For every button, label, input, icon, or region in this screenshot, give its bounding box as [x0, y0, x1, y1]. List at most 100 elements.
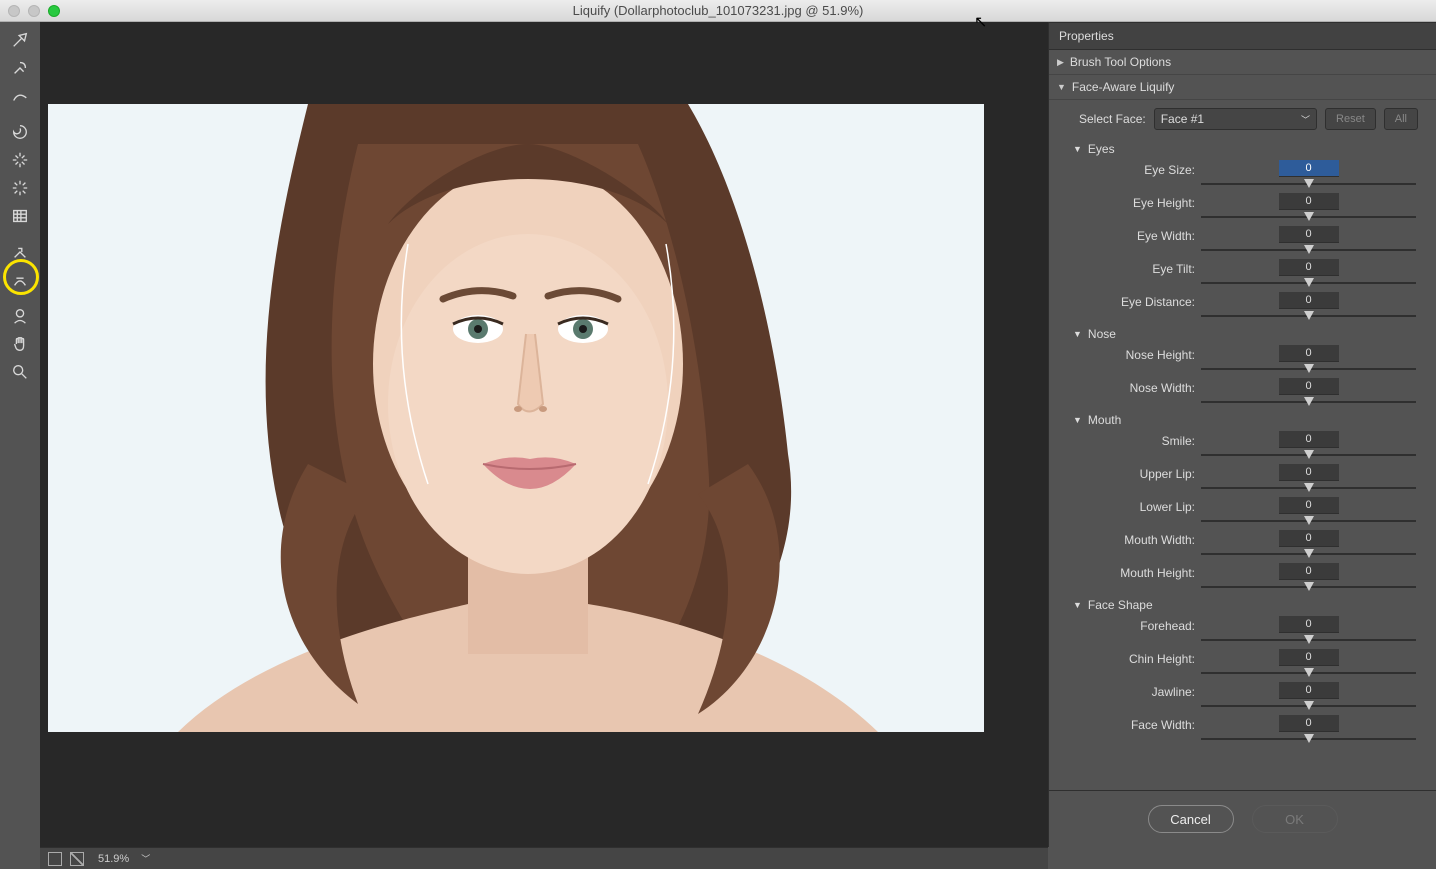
- window-title: Liquify (Dollarphotoclub_101073231.jpg @…: [0, 3, 1436, 18]
- reset-button[interactable]: Reset: [1325, 108, 1376, 130]
- eye-tilt-value[interactable]: [1279, 259, 1339, 276]
- slider-thumb-icon[interactable]: [1304, 582, 1314, 591]
- eye-distance-slider[interactable]: [1201, 311, 1416, 321]
- mouth-width-slider[interactable]: [1201, 549, 1416, 559]
- upper-lip-slider-row: Upper Lip:: [1049, 462, 1436, 495]
- eyes-group-header[interactable]: ▼ Eyes: [1049, 138, 1436, 158]
- freeze-mask-tool[interactable]: [8, 240, 32, 264]
- group-label: Eyes: [1088, 142, 1115, 156]
- ok-button[interactable]: OK: [1252, 805, 1338, 833]
- fit-screen-icon[interactable]: [48, 852, 62, 866]
- slider-thumb-icon[interactable]: [1304, 483, 1314, 492]
- portrait-placeholder: [48, 104, 984, 732]
- nose-width-label: Nose Width:: [1079, 378, 1201, 395]
- face-width-value[interactable]: [1279, 715, 1339, 732]
- slider-thumb-icon[interactable]: [1304, 397, 1314, 406]
- slider-thumb-icon[interactable]: [1304, 668, 1314, 677]
- mouth-group-header[interactable]: ▼ Mouth: [1049, 409, 1436, 429]
- smile-slider[interactable]: [1201, 450, 1416, 460]
- zoom-level[interactable]: 51.9%: [98, 853, 129, 865]
- slider-thumb-icon[interactable]: [1304, 734, 1314, 743]
- slider-thumb-icon[interactable]: [1304, 516, 1314, 525]
- group-label: Face Shape: [1088, 598, 1153, 612]
- chin-height-value[interactable]: [1279, 649, 1339, 666]
- face-width-slider[interactable]: [1201, 734, 1416, 744]
- nose-width-slider[interactable]: [1201, 397, 1416, 407]
- pucker-tool[interactable]: [8, 148, 32, 172]
- slider-thumb-icon[interactable]: [1304, 311, 1314, 320]
- chin-height-label: Chin Height:: [1079, 649, 1201, 666]
- eye-size-slider[interactable]: [1201, 179, 1416, 189]
- chevron-down-icon: ﹀: [1301, 113, 1310, 126]
- titlebar: Liquify (Dollarphotoclub_101073231.jpg @…: [0, 0, 1436, 22]
- smile-slider-row: Smile:: [1049, 429, 1436, 462]
- mouth-height-value[interactable]: [1279, 563, 1339, 580]
- slider-thumb-icon[interactable]: [1304, 245, 1314, 254]
- forehead-value[interactable]: [1279, 616, 1339, 633]
- eye-width-slider[interactable]: [1201, 245, 1416, 255]
- forehead-label: Forehead:: [1079, 616, 1201, 633]
- document-image[interactable]: [48, 104, 984, 732]
- mouth-width-value[interactable]: [1279, 530, 1339, 547]
- nose-width-value[interactable]: [1279, 378, 1339, 395]
- eye-tilt-slider[interactable]: [1201, 278, 1416, 288]
- canvas-area[interactable]: [40, 22, 1048, 847]
- lower-lip-value[interactable]: [1279, 497, 1339, 514]
- upper-lip-value[interactable]: [1279, 464, 1339, 481]
- forward-warp-tool[interactable]: [8, 28, 32, 52]
- slider-thumb-icon[interactable]: [1304, 701, 1314, 710]
- bloat-tool[interactable]: [8, 176, 32, 200]
- forehead-slider-row: Forehead:: [1049, 614, 1436, 647]
- face-aware-liquify-section[interactable]: ▼ Face-Aware Liquify: [1049, 75, 1436, 100]
- face-shape-group-header[interactable]: ▼ Face Shape: [1049, 594, 1436, 614]
- zoom-dropdown-icon[interactable]: ﹀: [141, 852, 150, 865]
- face-width-label: Face Width:: [1079, 715, 1201, 732]
- nose-height-slider[interactable]: [1201, 364, 1416, 374]
- hand-tool[interactable]: [8, 332, 32, 356]
- select-face-label: Select Face:: [1079, 112, 1146, 126]
- slider-thumb-icon[interactable]: [1304, 549, 1314, 558]
- slider-thumb-icon[interactable]: [1304, 278, 1314, 287]
- slider-thumb-icon[interactable]: [1304, 450, 1314, 459]
- lower-lip-slider-row: Lower Lip:: [1049, 495, 1436, 528]
- thaw-mask-tool[interactable]: [8, 268, 32, 292]
- eye-height-value[interactable]: [1279, 193, 1339, 210]
- select-face-dropdown[interactable]: Face #1 ﹀: [1154, 108, 1317, 130]
- mouth-height-slider[interactable]: [1201, 582, 1416, 592]
- smooth-tool[interactable]: [8, 84, 32, 108]
- eye-size-value[interactable]: [1279, 160, 1339, 177]
- face-tool[interactable]: [8, 304, 32, 328]
- twirl-tool[interactable]: [8, 120, 32, 144]
- cancel-button[interactable]: Cancel: [1148, 805, 1234, 833]
- nose-height-value[interactable]: [1279, 345, 1339, 362]
- jawline-slider[interactable]: [1201, 701, 1416, 711]
- mouth-height-label: Mouth Height:: [1079, 563, 1201, 580]
- select-face-value: Face #1: [1161, 112, 1204, 126]
- brush-tool-options-section[interactable]: ▶ Brush Tool Options: [1049, 50, 1436, 75]
- reconstruct-tool[interactable]: [8, 56, 32, 80]
- eye-distance-value[interactable]: [1279, 292, 1339, 309]
- eye-width-value[interactable]: [1279, 226, 1339, 243]
- slider-thumb-icon[interactable]: [1304, 364, 1314, 373]
- actual-pixels-icon[interactable]: [70, 852, 84, 866]
- eye-tilt-slider-row: Eye Tilt:: [1049, 257, 1436, 290]
- zoom-tool[interactable]: [8, 360, 32, 384]
- group-label: Mouth: [1088, 413, 1121, 427]
- status-bar: 51.9% ﹀: [40, 847, 1048, 869]
- eye-distance-label: Eye Distance:: [1079, 292, 1201, 309]
- forehead-slider[interactable]: [1201, 635, 1416, 645]
- slider-thumb-icon[interactable]: [1304, 179, 1314, 188]
- slider-thumb-icon[interactable]: [1304, 635, 1314, 644]
- jawline-value[interactable]: [1279, 682, 1339, 699]
- triangle-right-icon: ▶: [1057, 57, 1064, 68]
- eye-height-label: Eye Height:: [1079, 193, 1201, 210]
- all-button[interactable]: All: [1384, 108, 1418, 130]
- lower-lip-slider[interactable]: [1201, 516, 1416, 526]
- slider-thumb-icon[interactable]: [1304, 212, 1314, 221]
- eye-height-slider[interactable]: [1201, 212, 1416, 222]
- nose-group-header[interactable]: ▼ Nose: [1049, 323, 1436, 343]
- chin-height-slider[interactable]: [1201, 668, 1416, 678]
- push-left-tool[interactable]: [8, 204, 32, 228]
- upper-lip-slider[interactable]: [1201, 483, 1416, 493]
- smile-value[interactable]: [1279, 431, 1339, 448]
